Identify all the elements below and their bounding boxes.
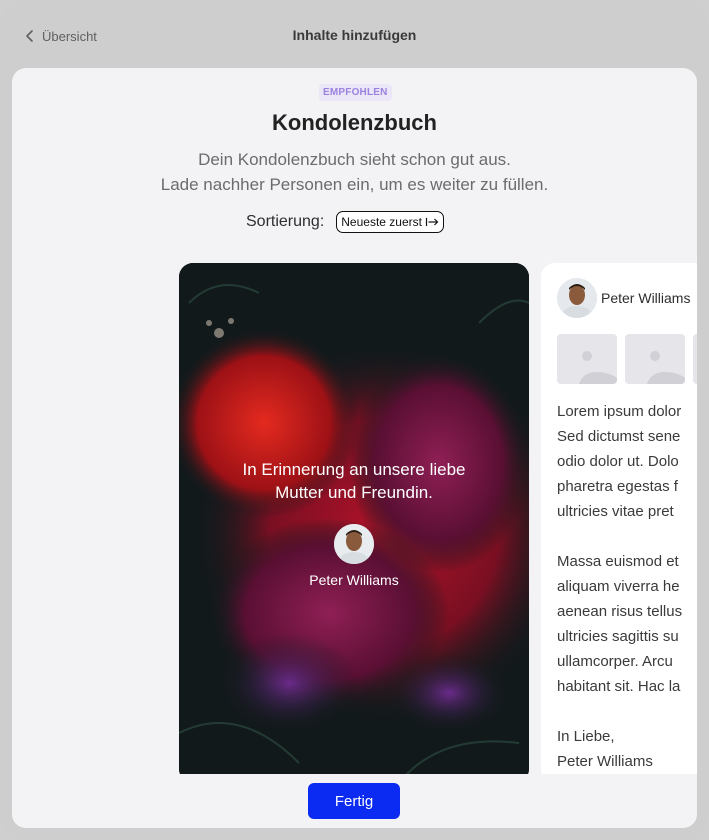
message-body: Lorem ipsum dolor Sed dictumst sene odio…: [557, 399, 697, 783]
author-avatar: [557, 278, 597, 318]
image-placeholder-icon: [579, 351, 617, 384]
message-paragraph-1: Lorem ipsum dolor Sed dictumst sene odio…: [557, 399, 697, 524]
content-sheet: EMPFOHLEN Kondolenzbuch Dein Kondolenzbu…: [12, 68, 697, 828]
app-window: Übersicht Inhalte hinzufügen EMPFOHLEN K…: [0, 0, 709, 840]
sort-arrow-icon: [425, 218, 439, 226]
condolence-message-card[interactable]: Peter Williams Lorem ipsum dolor Sed dic…: [541, 263, 697, 783]
message-author: Peter Williams: [601, 290, 691, 306]
sort-control: Sortierung: Neueste zuerst: [246, 210, 444, 234]
closing-line: In Liebe,: [557, 728, 615, 745]
message-line: ultricies vitae pret: [557, 503, 674, 520]
subtitle-line-1: Dein Kondolenzbuch sieht schon gut aus.: [198, 150, 511, 169]
message-paragraph-2: Massa euismod et aliquam viverra he aene…: [557, 549, 697, 699]
section-title: Kondolenzbuch: [272, 110, 437, 135]
dedication-line-1: In Erinnerung an unsere liebe: [242, 460, 466, 479]
message-line: aenean risus tellus: [557, 603, 683, 620]
message-line: odio dolor ut. Dolo: [557, 453, 679, 470]
section-subtitle: Dein Kondolenzbuch sieht schon gut aus. …: [12, 147, 697, 197]
sort-order-button[interactable]: Neueste zuerst: [336, 211, 444, 233]
photo-thumbnail[interactable]: [625, 334, 685, 384]
signature-line: Peter Williams: [557, 753, 653, 770]
message-closing: In Liebe, Peter Williams: [557, 724, 697, 774]
done-button[interactable]: Fertig: [308, 783, 400, 819]
sort-order-value: Neueste zuerst: [341, 215, 422, 229]
message-line: Massa euismod et: [557, 553, 679, 570]
message-line: ullamcorper. Arcu: [557, 653, 673, 670]
person-portrait-image: [557, 278, 597, 318]
cover-dedication: In Erinnerung an unsere liebe Mutter und…: [204, 458, 504, 504]
photo-thumbnail[interactable]: [693, 334, 697, 384]
message-line: Sed dictumst sene: [557, 428, 681, 445]
message-line: Lorem ipsum dolor: [557, 403, 682, 420]
cover-person-name: Peter Williams: [309, 572, 399, 588]
image-placeholder-icon: [693, 334, 697, 384]
page-title: Inhalte hinzufügen: [292, 27, 417, 43]
photo-thumbnail[interactable]: [557, 334, 617, 384]
dedication-line-2: Mutter und Freundin.: [275, 483, 433, 502]
cover-avatar: [334, 524, 374, 564]
bottom-action-bar: Fertig: [12, 774, 697, 828]
recommended-badge: EMPFOHLEN: [319, 84, 392, 101]
message-line: ultricies sagittis su: [557, 628, 679, 645]
top-navigation-bar: Übersicht Inhalte hinzufügen: [0, 0, 709, 68]
image-placeholder-icon: [647, 351, 685, 384]
message-line: pharetra egestas f: [557, 478, 678, 495]
person-portrait-image: [334, 524, 374, 564]
message-line: aliquam viverra he: [557, 578, 680, 595]
subtitle-line-2: Lade nachher Personen ein, um es weiter …: [160, 175, 549, 194]
message-line: habitant sit. Hac la: [557, 678, 681, 695]
sort-label: Sortierung:: [246, 213, 325, 230]
flower-background-image: [179, 263, 529, 783]
condolence-cover-card[interactable]: In Erinnerung an unsere liebe Mutter und…: [179, 263, 529, 783]
